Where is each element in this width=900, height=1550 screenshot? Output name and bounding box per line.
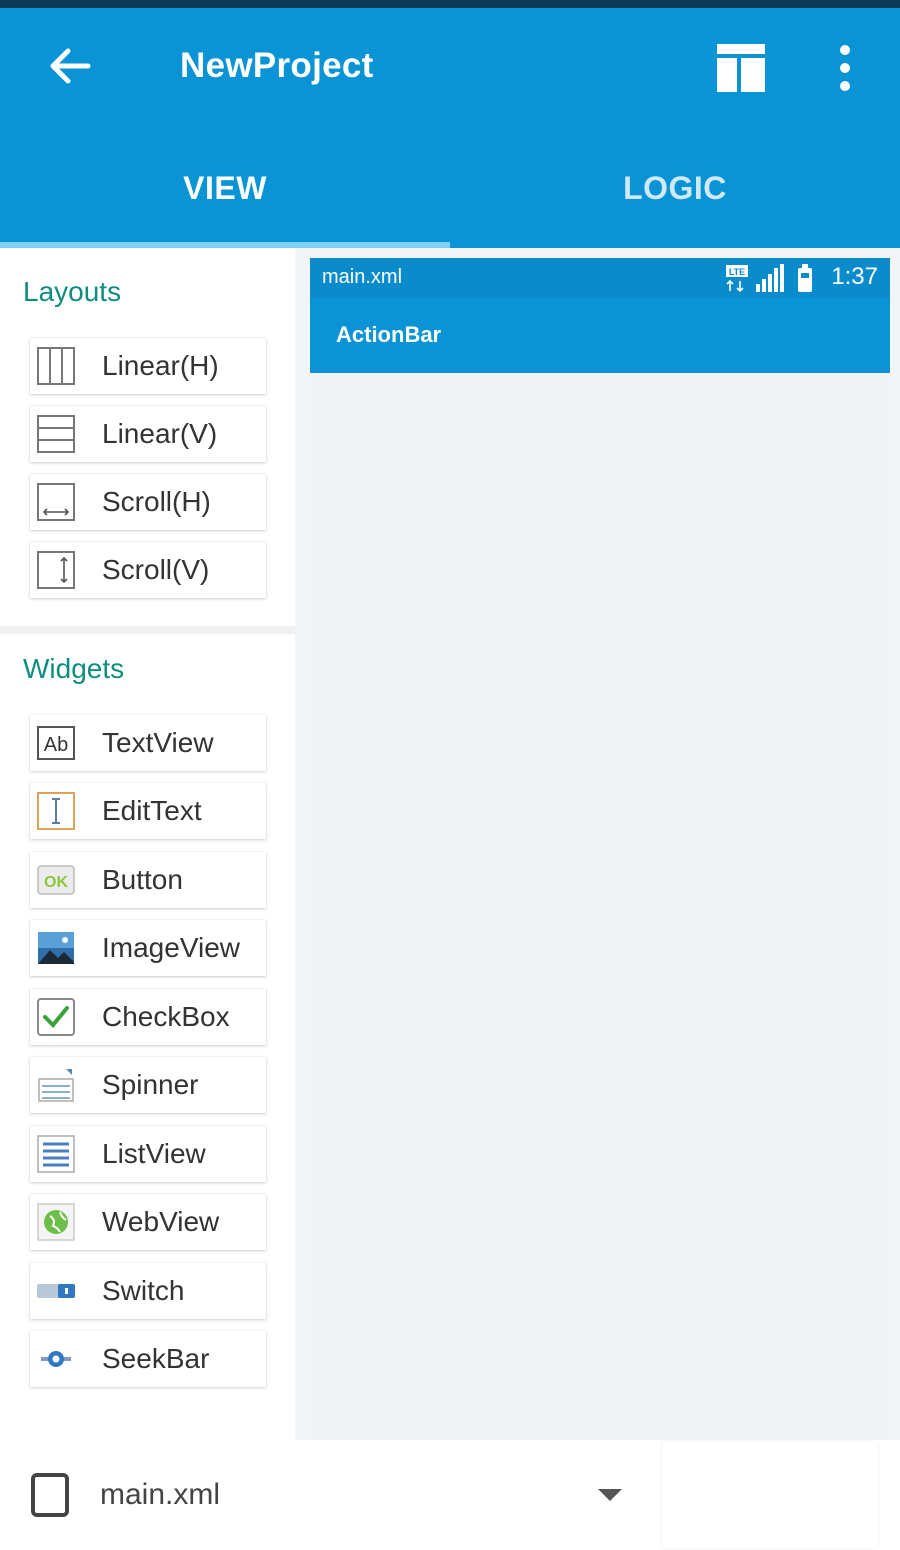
palette-item-label: TextView — [102, 727, 214, 758]
switch-icon — [36, 1271, 76, 1311]
widgets-section-title: Widgets — [23, 653, 125, 684]
palette-item-label: ImageView — [102, 932, 241, 963]
preview-status-bar: main.xml LTE 1:37 — [310, 258, 890, 298]
signal-battery-icon: LTE — [726, 264, 812, 293]
scroll-h-icon — [36, 482, 76, 522]
arrow-left-icon — [50, 48, 91, 84]
palette-item-label: SeekBar — [102, 1343, 210, 1374]
scroll-v-icon — [36, 550, 76, 590]
chevron-down-icon[interactable] — [596, 1486, 624, 1504]
webview-icon — [36, 1202, 76, 1242]
app-bar: NewProject — [0, 8, 900, 128]
palette-item-label: WebView — [102, 1206, 220, 1237]
button-icon-text: OK — [44, 874, 68, 891]
imageview-icon — [36, 928, 76, 968]
linear-v-icon — [36, 414, 76, 454]
tab-logic[interactable]: LOGIC — [450, 128, 900, 248]
palette-item-label: Scroll(V) — [102, 554, 210, 585]
palette-item-scroll-v[interactable]: Scroll(V) — [30, 542, 266, 598]
checkbox-icon — [36, 997, 76, 1037]
file-selector[interactable]: main.xml — [100, 1478, 220, 1512]
widget-palette: Layouts Linear(H) Linear(V) Scroll(H) Sc… — [0, 248, 295, 1440]
palette-item-spinner[interactable]: Spinner — [30, 1057, 266, 1113]
bottom-bar: main.xml — [0, 1440, 900, 1550]
file-icon — [31, 1473, 69, 1517]
layouts-section-title: Layouts — [23, 276, 122, 307]
palette-item-label: EditText — [102, 795, 202, 826]
system-status-strip — [0, 0, 900, 8]
layout-preview-canvas[interactable]: main.xml LTE 1:37 ActionBar — [310, 258, 890, 1440]
lte-icon-text: LTE — [729, 267, 745, 277]
palette-item-webview[interactable]: WebView — [30, 1194, 266, 1250]
seekbar-icon — [36, 1339, 76, 1379]
palette-item-label: Linear(V) — [102, 418, 218, 449]
back-button[interactable] — [40, 36, 100, 96]
layout-icon — [717, 44, 765, 92]
palette-item-listview[interactable]: ListView — [30, 1126, 266, 1182]
tab-bar: VIEW LOGIC — [0, 128, 900, 248]
layout-button[interactable] — [712, 38, 772, 98]
palette-item-scroll-h[interactable]: Scroll(H) — [30, 474, 266, 530]
textview-icon: Ab — [36, 723, 76, 763]
linear-h-icon — [36, 346, 76, 386]
tab-view[interactable]: VIEW — [0, 128, 450, 248]
palette-item-label: Linear(H) — [102, 350, 219, 381]
palette-item-switch[interactable]: Switch — [30, 1263, 266, 1319]
palette-item-imageview[interactable]: ImageView — [30, 920, 266, 976]
palette-item-label: Button — [102, 864, 183, 895]
palette-item-label: Switch — [102, 1275, 185, 1306]
palette-item-label: Scroll(H) — [102, 486, 211, 517]
preview-app-bar: main.xml LTE 1:37 ActionBar — [310, 258, 890, 373]
palette-item-linear-h[interactable]: Linear(H) — [30, 338, 266, 394]
section-divider — [0, 626, 295, 634]
edittext-icon — [36, 791, 76, 831]
palette-item-linear-v[interactable]: Linear(V) — [30, 406, 266, 462]
preview-file-name: main.xml — [322, 266, 403, 288]
palette-item-seekbar[interactable]: SeekBar — [30, 1331, 266, 1387]
listview-icon — [36, 1134, 76, 1174]
spinner-icon — [36, 1065, 76, 1105]
button-icon: OK — [36, 860, 76, 900]
more-vert-icon — [840, 45, 850, 91]
palette-item-label: CheckBox — [102, 1001, 230, 1032]
textview-icon-text: Ab — [44, 734, 68, 756]
palette-item-label: ListView — [102, 1138, 206, 1169]
palette-item-textview[interactable]: Ab TextView — [30, 715, 266, 771]
app-title: NewProject — [180, 46, 374, 85]
more-options-button[interactable] — [820, 38, 870, 98]
palette-item-button[interactable]: OK Button — [30, 852, 266, 908]
bottom-action-area[interactable] — [662, 1442, 878, 1548]
palette-item-edittext[interactable]: EditText — [30, 783, 266, 839]
palette-item-label: Spinner — [102, 1069, 199, 1100]
preview-actionbar-title: ActionBar — [336, 322, 442, 347]
preview-clock: 1:37 — [831, 263, 878, 290]
palette-item-checkbox[interactable]: CheckBox — [30, 989, 266, 1045]
